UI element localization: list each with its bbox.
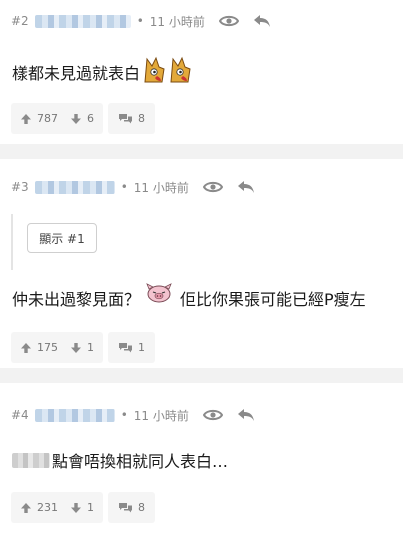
meta-separator: • (120, 408, 128, 422)
arrow-up-icon[interactable] (20, 342, 32, 354)
downvote-count: 1 (87, 501, 94, 514)
post-number: #4 (11, 408, 29, 422)
upvote-count: 231 (37, 501, 58, 514)
vote-pill: 787 6 (11, 103, 103, 134)
reply-count: 1 (138, 341, 145, 354)
post-body: 點會唔換相就同人表白… (12, 447, 228, 473)
vote-bar: 231 1 8 (11, 492, 155, 523)
eye-icon[interactable] (202, 408, 223, 422)
comments-pill[interactable]: 8 (108, 492, 155, 523)
post-body: 仲未出過黎見面？ 佢比你果張可能已經P瘦左 (12, 283, 366, 313)
post-2: #2 • 11 小時前 樣都未見過就表白 787 6 8 (0, 0, 403, 144)
vote-bar: 787 6 8 (11, 103, 155, 134)
post-body: 樣都未見過就表白 (12, 55, 192, 89)
reply-arrow-icon[interactable] (253, 14, 271, 28)
reply-count: 8 (138, 501, 145, 514)
arrow-up-icon[interactable] (20, 113, 32, 125)
post-time: 11 小時前 (149, 14, 205, 29)
arrow-down-icon[interactable] (70, 342, 82, 354)
emoji-sticker-icon (142, 55, 192, 89)
reply-arrow-icon[interactable] (237, 180, 255, 194)
downvote-count: 1 (87, 341, 94, 354)
post-number: #3 (11, 180, 29, 194)
post-text-part2: 佢比你果張可能已經P瘦左 (180, 290, 366, 309)
upvote-count: 175 (37, 341, 58, 354)
chat-bubbles-icon (119, 113, 132, 123)
pig-emoji-icon (144, 283, 174, 313)
vote-pill: 231 1 (11, 492, 103, 523)
reply-arrow-icon[interactable] (237, 408, 255, 422)
vote-pill: 175 1 (11, 332, 103, 363)
arrow-up-icon[interactable] (20, 502, 32, 514)
comments-pill[interactable]: 8 (108, 103, 155, 134)
post-4: #4 • 11 小時前 點會唔換相就同人表白… 231 1 8 (0, 383, 403, 537)
vote-bar: 175 1 1 (11, 332, 155, 363)
upvote-count: 787 (37, 112, 58, 125)
eye-icon[interactable] (218, 14, 239, 28)
post-header: #4 • 11 小時前 (11, 405, 255, 425)
reply-count: 8 (138, 112, 145, 125)
username-blurred[interactable] (34, 408, 115, 422)
downvote-count: 6 (87, 112, 94, 125)
post-text-part1: 仲未出過黎見面？ (12, 290, 141, 309)
meta-separator: • (136, 14, 144, 28)
post-header: #2 • 11 小時前 (11, 11, 271, 31)
show-quote-button[interactable]: 顯示 #1 (27, 223, 97, 253)
quote-bar (11, 214, 13, 270)
comments-pill[interactable]: 1 (108, 332, 155, 363)
redacted-text (12, 452, 50, 468)
post-time: 11 小時前 (133, 408, 189, 423)
meta-separator: • (120, 180, 128, 194)
username-blurred[interactable] (34, 180, 115, 194)
post-text: 樣都未見過就表白 (12, 64, 141, 83)
chat-bubbles-icon (119, 502, 132, 512)
post-time: 11 小時前 (133, 180, 189, 195)
post-number: #2 (11, 14, 29, 28)
eye-icon[interactable] (202, 180, 223, 194)
post-header: #3 • 11 小時前 (11, 177, 255, 197)
username-blurred[interactable] (34, 14, 131, 28)
post-3: #3 • 11 小時前 顯示 #1 仲未出過黎見面？ 佢比你果張可能已經P瘦左 (0, 159, 403, 368)
chat-bubbles-icon (119, 342, 132, 352)
arrow-down-icon[interactable] (70, 502, 82, 514)
arrow-down-icon[interactable] (70, 113, 82, 125)
post-text: 點會唔換相就同人表白… (52, 452, 229, 471)
